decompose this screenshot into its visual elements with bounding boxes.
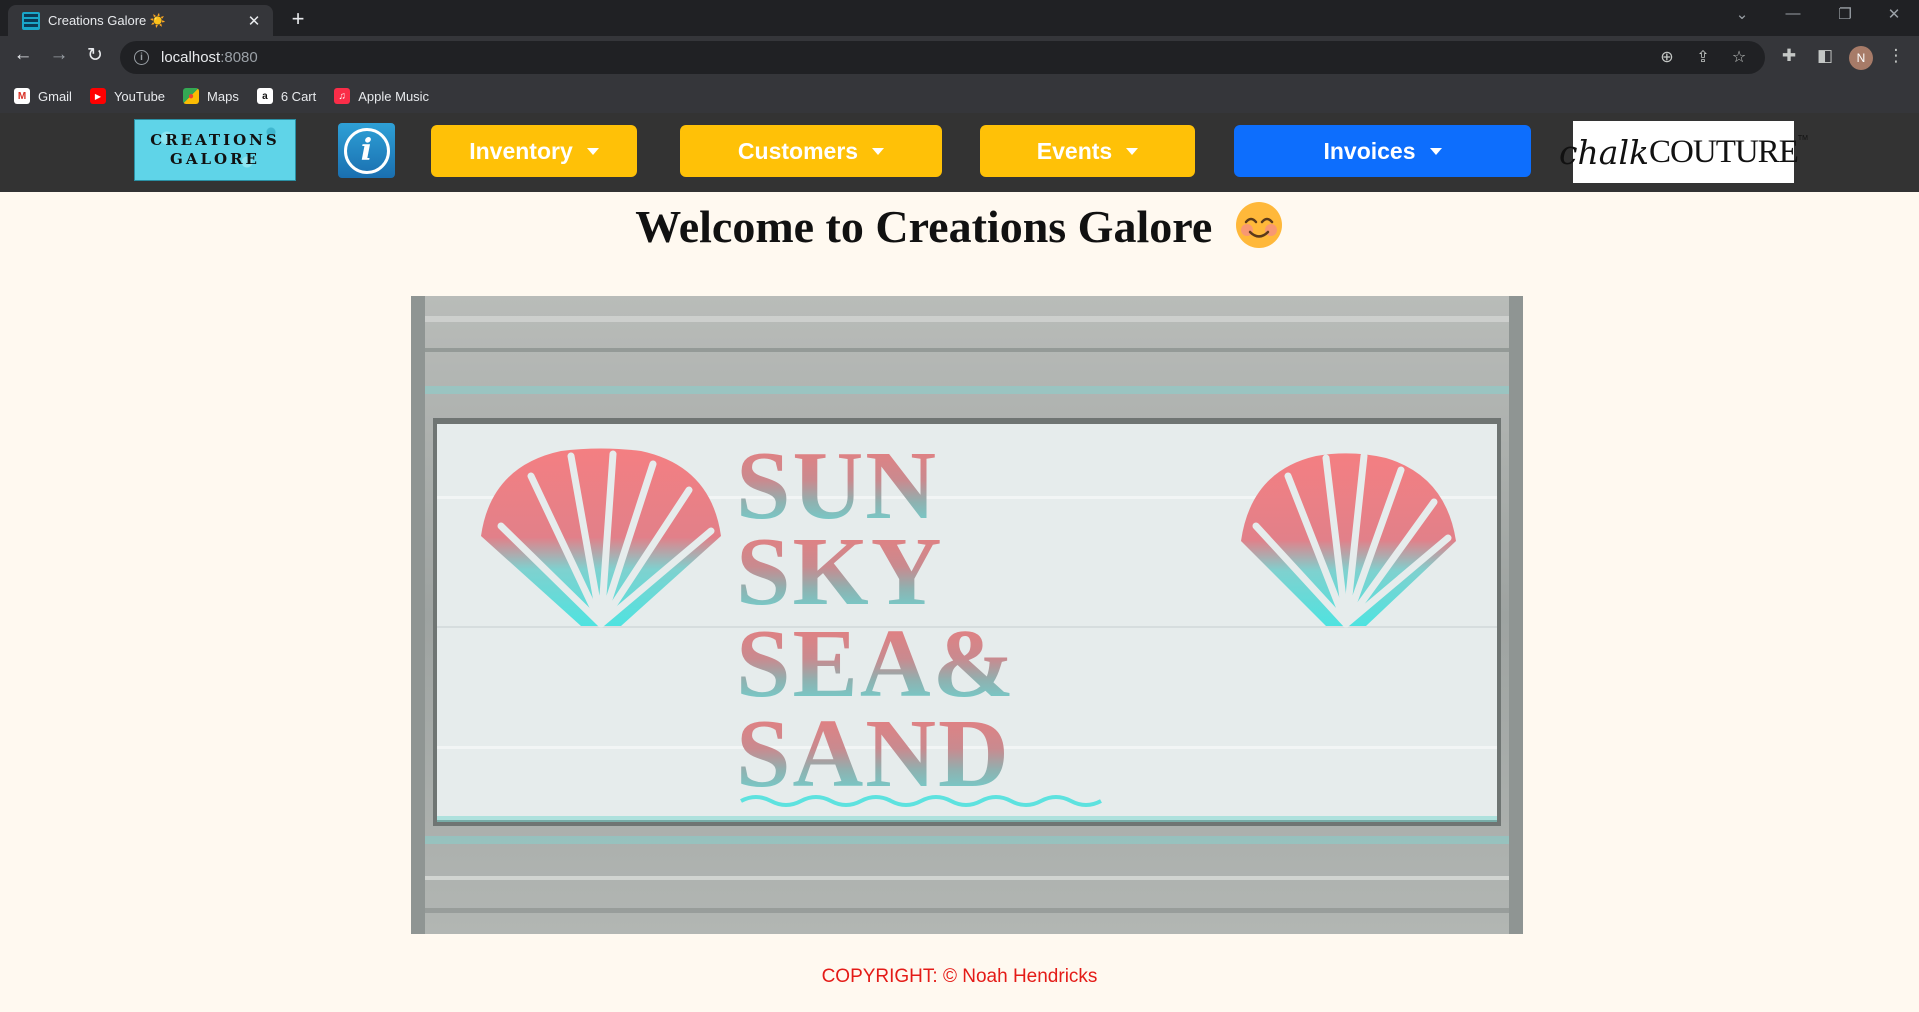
close-window-icon[interactable]: ✕	[1879, 5, 1909, 23]
maps-icon: ●	[183, 88, 200, 104]
browser-tab-strip: Creations Galore ☀️ ✕ + ⌄ — ❐ ✕	[0, 0, 1919, 36]
minimize-icon[interactable]: —	[1778, 5, 1808, 22]
menu-icon[interactable]: ⋮	[1884, 46, 1908, 66]
browser-toolbar: ← → ↻ i localhost:8080 ⊕ ⇪ ☆ ✚ ◧ N ⋮	[0, 36, 1919, 79]
extensions-icon[interactable]: ✚	[1777, 46, 1801, 66]
inventory-label: Inventory	[469, 137, 573, 164]
browser-tab[interactable]: Creations Galore ☀️ ✕	[8, 5, 273, 36]
site-info-icon[interactable]: i	[134, 50, 149, 65]
events-label: Events	[1036, 137, 1113, 164]
events-dropdown[interactable]: Events	[980, 125, 1195, 177]
forward-icon[interactable]: →	[46, 44, 72, 66]
bookmark-label: Apple Music	[358, 88, 430, 104]
brand-trademark: TM	[1797, 135, 1808, 142]
new-tab-icon[interactable]: +	[286, 6, 310, 32]
youtube-icon: ▶	[89, 88, 106, 104]
zoom-icon[interactable]: ⊕	[1657, 47, 1677, 67]
gmail-icon: M	[14, 88, 30, 104]
creations-galore-logo[interactable]: CREATIONS GALORE	[134, 119, 296, 181]
invoices-dropdown[interactable]: Invoices	[1234, 125, 1531, 177]
welcome-heading: Welcome to Creations Galore	[0, 200, 1919, 253]
smiling-face-icon	[1235, 202, 1282, 248]
inventory-dropdown[interactable]: Inventory	[431, 125, 637, 177]
share-icon[interactable]: ⇪	[1693, 47, 1713, 67]
bookmark-label: Maps	[207, 88, 239, 104]
apple-music-icon: ♫	[334, 88, 351, 104]
invoices-label: Invoices	[1323, 137, 1416, 164]
bookmark-maps[interactable]: ● Maps	[183, 88, 239, 104]
tab-search-icon[interactable]: ⌄	[1727, 5, 1757, 23]
caret-down-icon	[586, 147, 599, 155]
site-navbar: CREATIONS GALORE i Inventory Customers E…	[0, 113, 1919, 192]
customers-dropdown[interactable]: Customers	[680, 125, 942, 177]
logo-line-1: CREATIONS	[150, 131, 280, 149]
hero-word: SAND	[736, 700, 1011, 808]
url-port: :8080	[220, 49, 258, 66]
caret-down-icon	[1126, 147, 1139, 155]
sun-sky-sea-sand-sign-image: SUN SKY SEA& SAND	[411, 296, 1523, 934]
amazon-icon: a	[256, 88, 273, 104]
url-host: localhost	[161, 49, 221, 66]
profile-avatar[interactable]: N	[1849, 46, 1873, 70]
back-icon[interactable]: ←	[10, 44, 36, 66]
site-favicon-icon	[22, 11, 40, 30]
info-button[interactable]: i	[338, 123, 395, 178]
restore-icon[interactable]: ❐	[1830, 5, 1860, 23]
logo-line-2: GALORE	[170, 150, 260, 168]
customers-label: Customers	[737, 137, 859, 164]
bookmarks-bar: M Gmail ▶ YouTube ● Maps a 6 Cart ♫ Appl…	[0, 79, 1919, 113]
reload-icon[interactable]: ↻	[82, 44, 108, 67]
chalk-couture-logo[interactable]: chalk COUTURE TM	[1559, 121, 1808, 183]
brand-caps: COUTURE	[1649, 133, 1799, 170]
tab-title: Creations Galore ☀️	[48, 12, 167, 28]
bookmark-star-icon[interactable]: ☆	[1729, 47, 1749, 67]
bookmark-label: Gmail	[38, 88, 72, 104]
caret-down-icon	[872, 147, 885, 155]
brand-script: chalk	[1559, 132, 1650, 172]
bookmark-gmail[interactable]: M Gmail	[14, 88, 72, 104]
info-icon: i	[343, 127, 390, 174]
bookmark-6-cart[interactable]: a 6 Cart	[256, 88, 317, 104]
bookmark-label: 6 Cart	[280, 88, 317, 104]
close-tab-icon[interactable]: ✕	[245, 12, 263, 30]
bookmark-label: YouTube	[113, 88, 166, 104]
bookmark-youtube[interactable]: ▶ YouTube	[89, 88, 166, 104]
welcome-text: Welcome to Creations Galore	[635, 201, 1213, 252]
side-panel-icon[interactable]: ◧	[1813, 46, 1837, 66]
address-bar[interactable]: i localhost:8080 ⊕ ⇪ ☆	[120, 41, 1765, 74]
caret-down-icon	[1429, 147, 1442, 155]
bookmark-apple-music[interactable]: ♫ Apple Music	[334, 88, 429, 104]
copyright-text: COPYRIGHT: © Noah Hendricks	[821, 966, 1098, 987]
